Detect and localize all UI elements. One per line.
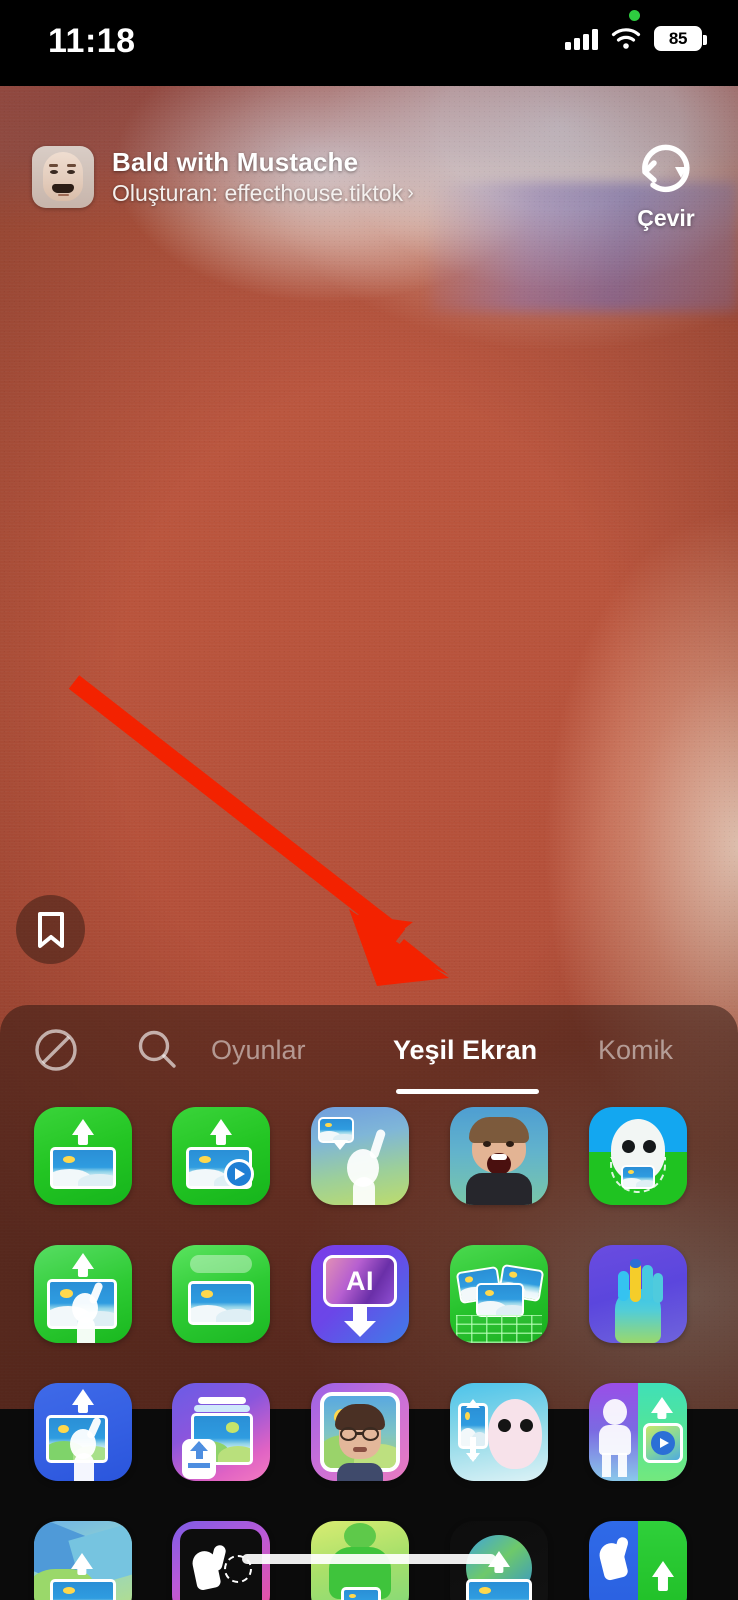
effect-green-screen-multi-photo[interactable] [450,1245,548,1343]
effect-info-header[interactable]: Bald with Mustache Oluşturan: effecthous… [32,146,414,208]
effect-category-tabbar: Oyunlar Yeşil Ekran Komik [0,1005,738,1097]
effect-body-video-screen[interactable] [589,1383,687,1481]
tab-oyunlar[interactable]: Oyunlar [211,1019,306,1081]
status-time: 11:18 [48,22,136,60]
effect-picker-panel: Oyunlar Yeşil Ekran Komik AI [0,1005,738,1600]
status-indicators: 85 [565,26,707,51]
rotate-camera-icon [642,144,690,193]
wifi-icon [611,28,641,49]
effect-green-screen-photo-upload[interactable] [34,1107,132,1205]
effect-green-screen-face-photo[interactable] [450,1107,548,1205]
tab-search[interactable] [126,1019,188,1081]
effect-title-group: Bald with Mustache Oluşturan: effecthous… [112,147,414,207]
effect-row: AI [0,1239,738,1377]
flip-camera-label: Çevir [637,205,695,231]
effect-hand-arrow-screen[interactable] [589,1521,687,1600]
battery-icon: 85 [654,26,707,51]
effect-landscape-green-screen[interactable] [34,1521,132,1600]
status-bar: 11:18 85 [0,0,738,86]
effect-icon-grid: AI [0,1101,738,1600]
search-icon [138,1030,176,1068]
bookmark-icon [37,911,64,948]
effect-row [0,1101,738,1239]
effect-creator-label: Oluşturan: effecthouse.tiktok [112,180,404,206]
effect-avatar-green-screen[interactable] [311,1383,409,1481]
effect-face-swap-screen[interactable] [450,1383,548,1481]
tab-no-effect[interactable] [25,1019,87,1081]
effect-green-screen-hand[interactable] [589,1245,687,1343]
effect-creator-link[interactable]: Oluşturan: effecthouse.tiktok › [112,180,414,207]
effect-blue-screen-hands-up[interactable] [34,1383,132,1481]
tab-yesil-ekran[interactable]: Yeşil Ekran [393,1019,537,1081]
effect-name: Bald with Mustache [112,147,359,177]
effect-row [0,1377,738,1515]
effect-thumbnail-icon [32,146,94,208]
effect-ai-green-screen[interactable]: AI [311,1245,409,1343]
effect-green-screen-video-upload[interactable] [172,1107,270,1205]
no-effect-icon [35,1029,77,1071]
cellular-bars-icon [565,28,598,50]
effect-green-screen-backdrop[interactable] [172,1245,270,1343]
effect-green-screen-face-mask[interactable] [589,1107,687,1205]
battery-percent: 85 [668,28,688,48]
tiktok-camera-screen: Bald with Mustache Oluşturan: effecthous… [0,0,738,1600]
tab-komik[interactable]: Komik [598,1019,673,1081]
chevron-right-icon: › [407,182,414,204]
home-indicator[interactable] [242,1554,496,1564]
active-tab-underline [396,1089,539,1094]
effect-green-screen-hands-up[interactable] [311,1107,409,1205]
green-privacy-dot-icon [629,10,640,21]
flip-camera-button[interactable]: Çevir [618,140,714,232]
effect-green-screen-body-upload[interactable] [34,1245,132,1343]
bookmark-button[interactable] [16,895,85,964]
effect-photo-stack-upload[interactable] [172,1383,270,1481]
